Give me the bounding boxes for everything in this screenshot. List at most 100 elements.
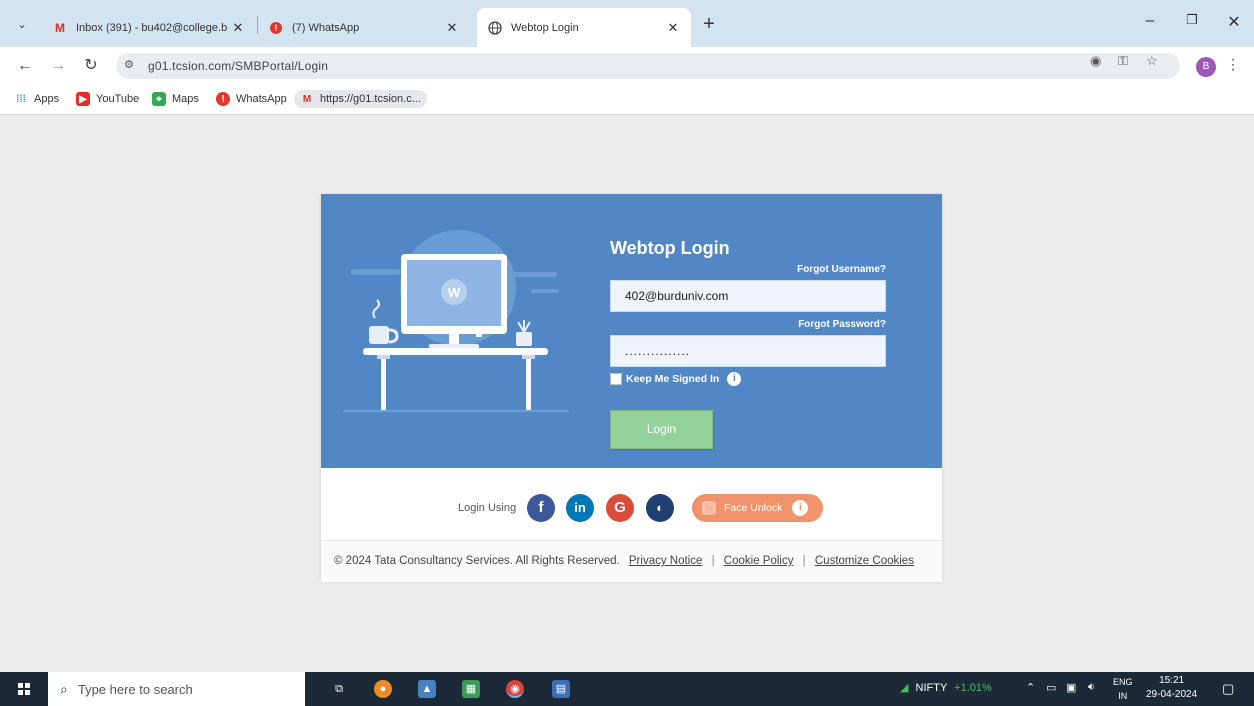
- profile-avatar[interactable]: B: [1196, 57, 1216, 77]
- bookmark-label: WhatsApp: [236, 93, 287, 105]
- taskbar-search[interactable]: ⌕ Type here to search: [48, 672, 305, 706]
- bookmark-label: Apps: [34, 93, 60, 105]
- login-footer: © 2024 Tata Consultancy Services. All Ri…: [321, 540, 942, 582]
- illustration-logo: W: [448, 285, 461, 300]
- keep-signed-in-row: Keep Me Signed In i: [610, 372, 742, 386]
- page-viewport: W Webtop Login Forgot Username? 402@burd…: [0, 116, 1254, 672]
- app-icon-blue[interactable]: ▲: [418, 680, 436, 698]
- google-icon[interactable]: G: [606, 494, 634, 522]
- notification-icon[interactable]: ▢: [1222, 681, 1234, 697]
- whatsapp-icon: !: [216, 92, 230, 106]
- bookmark-tcsion[interactable]: M https://g01.tcsion.c...: [294, 90, 427, 108]
- tab-whatsapp[interactable]: ! (7) WhatsApp ✕: [258, 8, 470, 47]
- copyright-text: © 2024 Tata Consultancy Services. All Ri…: [334, 555, 620, 567]
- word-icon[interactable]: ▤: [552, 680, 570, 698]
- windows-taskbar: ⌕ Type here to search ⧉ ● ▲ ▦ ◉ ▤ ◢ NIFT…: [0, 672, 1254, 706]
- windows-start-icon[interactable]: [18, 683, 30, 695]
- nifty-change: +1.01%: [954, 682, 992, 694]
- social-login-row: Login Using f in G ◐ ☺ Face Unlock i: [321, 492, 942, 526]
- eye-off-icon[interactable]: ◉: [1090, 53, 1101, 69]
- login-panel: W Webtop Login Forgot Username? 402@burd…: [321, 194, 942, 468]
- clock[interactable]: 15:21 29-04-2024: [1146, 674, 1197, 702]
- lang-bottom: IN: [1118, 691, 1128, 701]
- tab-search-button[interactable]: ⌄: [10, 12, 34, 36]
- login-title: Webtop Login: [610, 238, 730, 258]
- bookmark-label: https://g01.tcsion.c...: [320, 93, 421, 105]
- network-icon[interactable]: ▣: [1066, 681, 1076, 694]
- firefox-icon[interactable]: ●: [374, 680, 392, 698]
- footer-text: © 2024 Tata Consultancy Services. All Ri…: [334, 555, 914, 567]
- bookmark-star-icon[interactable]: ☆: [1146, 53, 1158, 69]
- browser-tab-strip: ⌄ M Inbox (391) - bu402@college.b ✕ ! (7…: [0, 0, 1254, 47]
- face-unlock-button[interactable]: ☺ Face Unlock i: [692, 494, 823, 522]
- chevron-down-icon: ⌄: [17, 18, 27, 31]
- customize-cookies-link[interactable]: Customize Cookies: [815, 555, 914, 567]
- language-indicator[interactable]: ENG IN: [1113, 675, 1133, 703]
- separator: |: [802, 555, 806, 567]
- login-button[interactable]: Login: [610, 410, 713, 449]
- forgot-username-link[interactable]: Forgot Username?: [797, 264, 886, 275]
- bookmark-apps[interactable]: ⁞⁞⁞ Apps: [14, 92, 59, 106]
- separator: |: [711, 555, 715, 567]
- login-card: W Webtop Login Forgot Username? 402@burd…: [321, 194, 942, 582]
- privacy-notice-link[interactable]: Privacy Notice: [629, 555, 703, 567]
- password-field[interactable]: ...............: [610, 335, 886, 367]
- clock-date: 29-04-2024: [1146, 689, 1198, 700]
- tab-title: (7) WhatsApp: [292, 21, 360, 34]
- close-icon[interactable]: ✕: [230, 20, 246, 36]
- face-login-icon[interactable]: ◐: [646, 494, 674, 522]
- forward-button[interactable]: →: [47, 55, 69, 77]
- address-bar[interactable]: ⚙ g01.tcsion.com/SMBPortal/Login: [116, 53, 1180, 79]
- url-text: g01.tcsion.com/SMBPortal/Login: [148, 59, 329, 73]
- close-icon[interactable]: ✕: [444, 20, 460, 36]
- apps-grid-icon: ⁞⁞⁞: [16, 93, 26, 105]
- bookmark-whatsapp[interactable]: ! WhatsApp: [216, 92, 287, 106]
- lang-top: ENG: [1113, 677, 1133, 687]
- restore-button[interactable]: ❐: [1180, 12, 1204, 28]
- search-placeholder: Type here to search: [77, 681, 193, 697]
- site-settings-icon[interactable]: ⚙: [124, 58, 134, 71]
- facebook-icon[interactable]: f: [527, 494, 555, 522]
- bookmark-maps[interactable]: ⌖ Maps: [152, 92, 199, 106]
- reload-button[interactable]: ↻: [80, 55, 102, 77]
- new-tab-button[interactable]: +: [697, 13, 721, 36]
- menu-dots-icon[interactable]: ⋮: [1226, 56, 1240, 73]
- info-icon[interactable]: i: [727, 372, 742, 386]
- tab-gmail[interactable]: M Inbox (391) - bu402@college.b ✕: [42, 8, 256, 47]
- username-field[interactable]: 402@burduniv.com: [610, 280, 886, 312]
- search-icon: ⌕: [60, 680, 68, 697]
- whatsapp-icon: !: [268, 20, 284, 36]
- tab-title: Webtop Login: [511, 21, 579, 34]
- maps-icon: ⌖: [152, 92, 166, 106]
- gmail-icon: M: [302, 93, 312, 105]
- forgot-password-link[interactable]: Forgot Password?: [798, 319, 886, 330]
- back-button[interactable]: ←: [14, 55, 36, 77]
- tab-webtop-login[interactable]: Webtop Login ✕: [477, 8, 691, 47]
- window-close-button[interactable]: ✕: [1222, 12, 1246, 32]
- excel-icon[interactable]: ▦: [462, 680, 480, 698]
- keep-signed-in-checkbox[interactable]: [610, 373, 622, 385]
- close-icon[interactable]: ✕: [665, 20, 681, 36]
- cookie-policy-link[interactable]: Cookie Policy: [724, 555, 794, 567]
- task-view-icon[interactable]: ⧉: [330, 680, 348, 698]
- keep-signed-in-label: Keep Me Signed In: [626, 373, 720, 385]
- battery-icon[interactable]: ▭: [1046, 681, 1056, 694]
- minimize-button[interactable]: –: [1138, 12, 1162, 30]
- face-scan-icon: ☺: [702, 501, 716, 515]
- login-using-label: Login Using: [458, 502, 517, 514]
- chart-up-icon: ◢: [900, 682, 909, 694]
- clock-time: 15:21: [1159, 675, 1185, 686]
- linkedin-icon[interactable]: in: [566, 494, 594, 522]
- desk-illustration: W: [343, 230, 569, 412]
- tray-chevron-icon[interactable]: ⌃: [1026, 681, 1035, 694]
- password-key-icon[interactable]: ⚿: [1118, 53, 1128, 69]
- bookmarks-bar: ⁞⁞⁞ Apps ▶ YouTube ⌖ Maps ! WhatsApp M h…: [0, 85, 1254, 115]
- stock-widget[interactable]: ◢ NIFTY +1.01%: [900, 681, 992, 694]
- bookmark-youtube[interactable]: ▶ YouTube: [76, 92, 139, 106]
- bookmark-label: Maps: [172, 93, 199, 105]
- info-icon[interactable]: i: [792, 500, 809, 516]
- face-unlock-label: Face Unlock: [724, 502, 783, 514]
- browser-toolbar: ← → ↻ ⚙ g01.tcsion.com/SMBPortal/Login ◉…: [0, 47, 1254, 85]
- chrome-icon[interactable]: ◉: [506, 680, 524, 698]
- volume-icon[interactable]: 🔉︎: [1088, 681, 1095, 694]
